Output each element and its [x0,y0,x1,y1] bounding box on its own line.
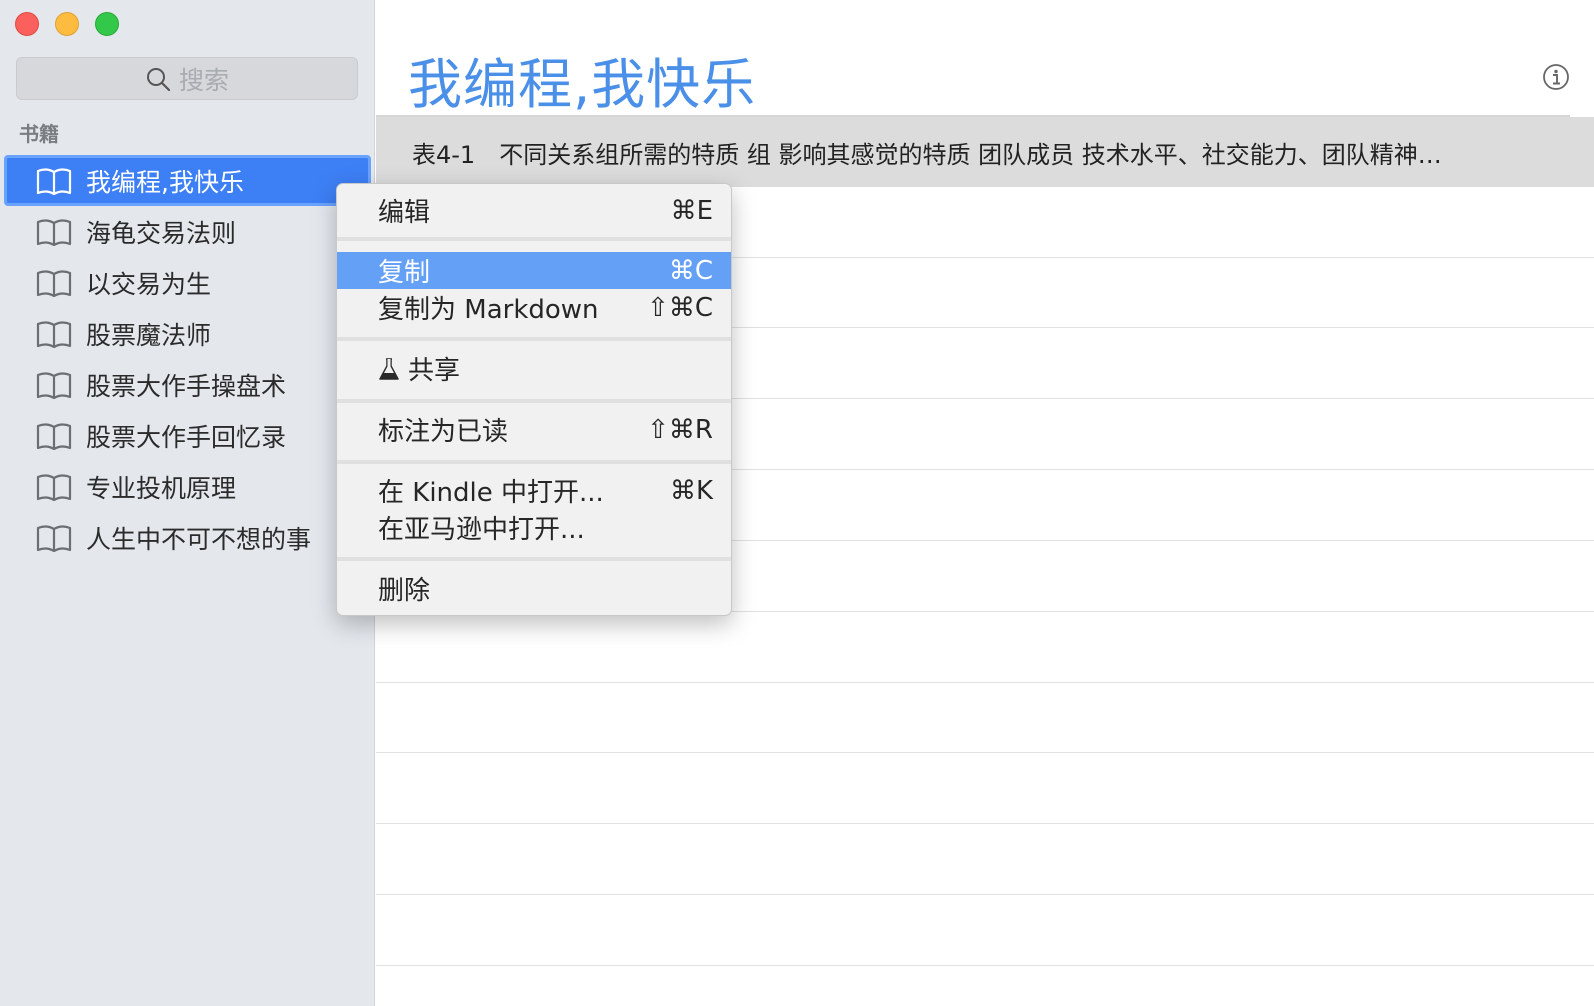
menu-separator [337,557,731,561]
open-book-icon [36,474,72,501]
book-item[interactable]: 股票大作手回忆录 [0,410,375,461]
book-item[interactable]: 人生中不可不想的事 [0,512,375,563]
row-divider [376,965,1594,966]
open-book-icon [36,525,72,552]
flask-icon [379,357,399,380]
open-book-icon [36,423,72,450]
menu-separator [337,399,731,403]
minimize-window-button[interactable] [55,12,79,36]
book-title: 专业投机原理 [86,473,237,503]
menu-item-copy-markdown[interactable]: 复制为 Markdown ⇧⌘C [337,289,731,326]
menu-item-copy[interactable]: 复制 ⌘C [337,252,731,289]
book-title: 人生中不可不想的事 [86,524,312,554]
book-title: 海龟交易法则 [86,218,237,248]
book-title: 股票大作手回忆录 [86,422,287,452]
open-book-icon [36,219,72,246]
book-title: 股票大作手操盘术 [86,371,287,401]
sidebar: 搜索 书籍 我编程,我快乐 海龟交易法则 以交易为生 股票魔法师 股票大作手操盘… [0,0,375,1006]
highlight-row[interactable]: 表4-1 不同关系组所需的特质 组 影响其感觉的特质 团队成员 技术水平、社交能… [376,117,1594,187]
menu-item-share-label: 共享 [408,356,461,386]
menu-item-mark-read[interactable]: 标注为已读 ⇧⌘R [337,411,731,448]
context-menu: 编辑 ⌘E 复制 ⌘C 复制为 Markdown ⇧⌘C 共享 标注为已读 ⇧⌘… [336,183,732,616]
close-window-button[interactable] [15,12,39,36]
page-title: 我编程,我快乐 [408,53,757,116]
row-divider [376,752,1594,753]
book-list: 我编程,我快乐 海龟交易法则 以交易为生 股票魔法师 股票大作手操盘术 股票大作… [0,155,375,563]
book-title: 我编程,我快乐 [86,167,244,197]
open-book-icon [36,321,72,348]
menu-item-open-kindle[interactable]: 在 Kindle 中打开... ⌘K [337,472,731,509]
search-input[interactable]: 搜索 [16,57,358,100]
book-item[interactable]: 股票魔法师 [0,308,375,359]
book-title: 股票魔法师 [86,320,212,350]
magnifier-icon [146,67,171,91]
row-divider [376,894,1594,895]
book-item[interactable]: 股票大作手操盘术 [0,359,375,410]
book-item[interactable]: 专业投机原理 [0,461,375,512]
open-book-icon [36,372,72,399]
info-icon[interactable] [1542,63,1570,91]
book-item[interactable]: 以交易为生 [0,257,375,308]
open-book-icon [36,270,72,297]
book-title: 以交易为生 [86,269,212,299]
menu-item-share[interactable]: 共享 [337,350,731,387]
menu-separator [337,337,731,341]
menu-item-delete[interactable]: 删除 [337,570,731,607]
menu-separator [337,460,731,464]
highlight-text: 表4-1 不同关系组所需的特质 组 影响其感觉的特质 团队成员 技术水平、社交能… [412,140,1442,169]
app-window: 搜索 书籍 我编程,我快乐 海龟交易法则 以交易为生 股票魔法师 股票大作手操盘… [0,0,1594,1006]
row-divider [376,682,1594,683]
row-divider [376,823,1594,824]
open-book-icon [36,168,72,195]
section-label-books: 书籍 [19,122,59,146]
book-item[interactable]: 我编程,我快乐 [4,155,371,206]
search-placeholder: 搜索 [178,65,229,95]
book-item[interactable]: 海龟交易法则 [0,206,375,257]
menu-item-edit[interactable]: 编辑 ⌘E [337,192,731,229]
menu-item-open-amazon[interactable]: 在亚马逊中打开... [337,509,731,546]
menu-separator [337,237,731,241]
zoom-window-button[interactable] [95,12,119,36]
